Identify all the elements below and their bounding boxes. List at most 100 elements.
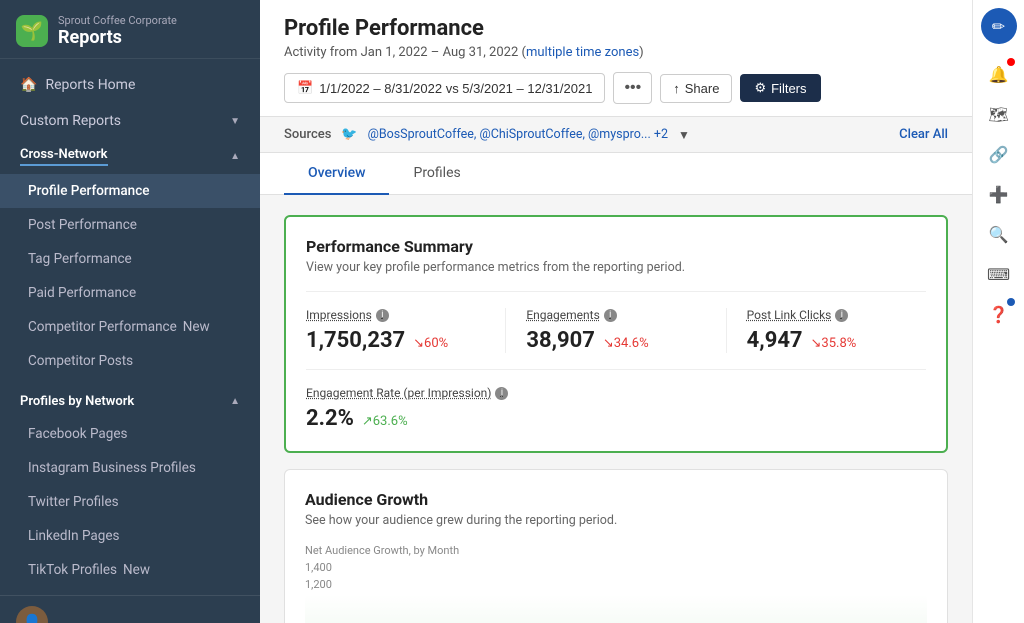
sidebar-item-facebook-pages[interactable]: Facebook Pages (0, 417, 260, 451)
sidebar-item-linkedin-pages[interactable]: LinkedIn Pages (0, 519, 260, 553)
edit-icon: ✏ (992, 17, 1005, 36)
sidebar-item-tag-performance[interactable]: Tag Performance (0, 242, 260, 276)
chart-container: Net Audience Growth, by Month 1,400 1,20… (305, 544, 927, 623)
sidebar-header: 🌱 Sprout Coffee Corporate Reports (0, 0, 260, 59)
twitter-icon: 🐦 (341, 127, 357, 142)
impressions-value: 1,750,237 (306, 328, 405, 353)
custom-reports-arrow: ▼ (230, 116, 240, 127)
sidebar-item-paid-performance[interactable]: Paid Performance (0, 276, 260, 310)
profiles-by-network-arrow: ▲ (230, 396, 240, 407)
y-label-1200: 1,200 (305, 578, 332, 591)
date-range-button[interactable]: 📅 1/1/2022 – 8/31/2022 vs 5/3/2021 – 12/… (284, 73, 605, 103)
map-icon: 🗺 (988, 105, 1008, 124)
profiles-by-network-label: Profiles by Network (20, 394, 134, 409)
search-button[interactable]: 🔍 (981, 216, 1017, 252)
tab-overview[interactable]: Overview (284, 153, 389, 195)
share-label: Share (685, 81, 720, 96)
impressions-label: Impressions i (306, 308, 485, 322)
impressions-info-icon[interactable]: i (376, 309, 389, 322)
help-icon: ❓ (989, 305, 1009, 324)
main-content: Profile Performance Activity from Jan 1,… (260, 0, 972, 623)
sidebar-item-custom-reports[interactable]: Custom Reports ▼ (0, 103, 260, 139)
page-subtitle: Activity from Jan 1, 2022 – Aug 31, 2022… (284, 45, 948, 60)
competitor-performance-label: Competitor Performance (28, 319, 177, 335)
engagements-value: 38,907 (526, 328, 595, 353)
post-link-clicks-info-icon[interactable]: i (835, 309, 848, 322)
tab-profiles[interactable]: Profiles (389, 153, 484, 195)
instagram-profiles-label: Instagram Business Profiles (28, 460, 196, 476)
filters-icon: ⚙ (754, 80, 766, 96)
page-title: Profile Performance (284, 16, 948, 41)
sidebar-item-competitor-posts[interactable]: Competitor Posts (0, 344, 260, 378)
filters-button[interactable]: ⚙ Filters (740, 74, 820, 102)
filters-label: Filters (771, 81, 806, 96)
engagement-rate-info-icon[interactable]: i (495, 387, 508, 400)
help-button[interactable]: ❓ (981, 296, 1017, 332)
avatar[interactable]: 👤 (16, 606, 48, 623)
competitor-posts-label: Competitor Posts (28, 353, 133, 369)
metric-engagements: Engagements i 38,907 ↘34.6% (526, 308, 726, 353)
page-header: Profile Performance Activity from Jan 1,… (260, 0, 972, 117)
impressions-value-row: 1,750,237 ↘60% (306, 328, 485, 353)
tiktok-badge: New (123, 562, 150, 578)
tab-overview-label: Overview (308, 165, 365, 181)
post-link-clicks-label: Post Link Clicks i (747, 308, 926, 322)
sidebar-brand: 🌱 Sprout Coffee Corporate Reports (16, 14, 244, 48)
map-button[interactable]: 🗺 (981, 96, 1017, 132)
more-options-button[interactable]: ••• (613, 72, 652, 104)
clear-all-button[interactable]: Clear All (899, 127, 948, 142)
impressions-change: ↘60% (413, 336, 448, 351)
perf-summary-title: Performance Summary (306, 237, 926, 256)
metric-post-link-clicks: Post Link Clicks i 4,947 ↘35.8% (747, 308, 926, 353)
sidebar-item-tiktok-profiles[interactable]: TikTok Profiles New (0, 553, 260, 587)
calendar-icon: 📅 (297, 80, 313, 96)
audience-growth-subtitle: See how your audience grew during the re… (305, 513, 927, 528)
tag-performance-label: Tag Performance (28, 251, 132, 267)
engagements-label: Engagements i (526, 308, 705, 322)
sidebar-item-twitter-profiles[interactable]: Twitter Profiles (0, 485, 260, 519)
section-profiles-by-network[interactable]: Profiles by Network ▲ (0, 386, 260, 417)
sidebar-item-competitor-performance[interactable]: Competitor Performance New (0, 310, 260, 344)
sidebar-item-profile-performance[interactable]: Profile Performance (0, 174, 260, 208)
engagements-change: ↘34.6% (603, 336, 649, 351)
engagements-value-row: 38,907 ↘34.6% (526, 328, 705, 353)
y-label-1400: 1,400 (305, 561, 332, 574)
sources-tags: @BosSproutCoffee, @ChiSproutCoffee, @mys… (368, 127, 668, 142)
content-area: Overview Profiles Performance Summary Vi… (260, 153, 972, 623)
sidebar-item-instagram-profiles[interactable]: Instagram Business Profiles (0, 451, 260, 485)
share-button[interactable]: ↑ Share (660, 74, 732, 103)
alert-button[interactable]: 🔔 (981, 56, 1017, 92)
chart-label: Net Audience Growth, by Month (305, 544, 927, 557)
search-icon: 🔍 (989, 225, 1009, 244)
edit-button[interactable]: ✏ (981, 8, 1017, 44)
add-button[interactable]: ➕ (981, 176, 1017, 212)
cross-network-arrow: ▲ (230, 151, 240, 162)
twitter-profiles-label: Twitter Profiles (28, 494, 119, 510)
keyboard-button[interactable]: ⌨ (981, 256, 1017, 292)
section-cross-network[interactable]: Cross-Network ▲ (0, 139, 260, 174)
alert-icon: 🔔 (989, 65, 1009, 84)
tab-profiles-label: Profiles (413, 165, 460, 181)
sprout-logo-icon: 🌱 (16, 15, 48, 47)
audience-growth-card: Audience Growth See how your audience gr… (284, 469, 948, 623)
engagements-info-icon[interactable]: i (604, 309, 617, 322)
metrics-row: Impressions i 1,750,237 ↘60% Engagements… (306, 291, 926, 353)
alert-dot (1007, 58, 1015, 66)
toolbar: 📅 1/1/2022 – 8/31/2022 vs 5/3/2021 – 12/… (284, 72, 948, 116)
sources-left: Sources 🐦 @BosSproutCoffee, @ChiSproutCo… (284, 127, 690, 142)
engagement-rate-label: Engagement Rate (per Impression) i (306, 386, 926, 400)
tiktok-profiles-label: TikTok Profiles (28, 562, 117, 578)
more-icon: ••• (624, 79, 641, 97)
linkedin-pages-label: LinkedIn Pages (28, 528, 119, 544)
sidebar-item-post-performance[interactable]: Post Performance (0, 208, 260, 242)
sidebar-brand-text: Sprout Coffee Corporate Reports (58, 14, 177, 48)
post-performance-label: Post Performance (28, 217, 137, 233)
tabs: Overview Profiles (260, 153, 972, 195)
sidebar-footer: 👤 (0, 595, 260, 623)
app-name: Reports (58, 27, 177, 48)
timezone-link[interactable]: multiple time zones (526, 45, 639, 60)
audience-growth-title: Audience Growth (305, 490, 927, 509)
sources-chevron-icon[interactable]: ▼ (678, 128, 690, 142)
sidebar-item-reports-home[interactable]: 🏠 Reports Home (0, 67, 260, 103)
link-button[interactable]: 🔗 (981, 136, 1017, 172)
